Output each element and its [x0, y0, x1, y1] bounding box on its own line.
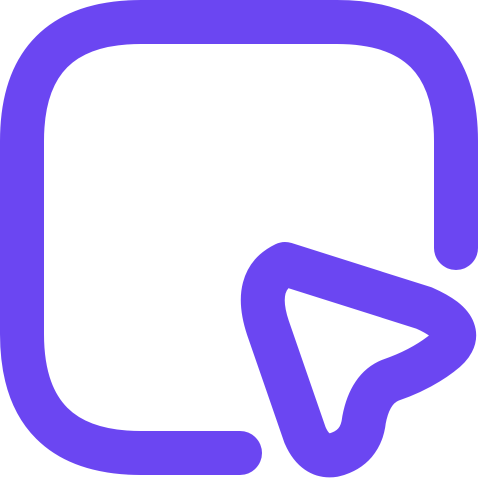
- square-cursor-icon: [0, 0, 480, 480]
- square-cursor-svg: [0, 0, 478, 478]
- cursor-arrow-stroke: [240, 242, 476, 478]
